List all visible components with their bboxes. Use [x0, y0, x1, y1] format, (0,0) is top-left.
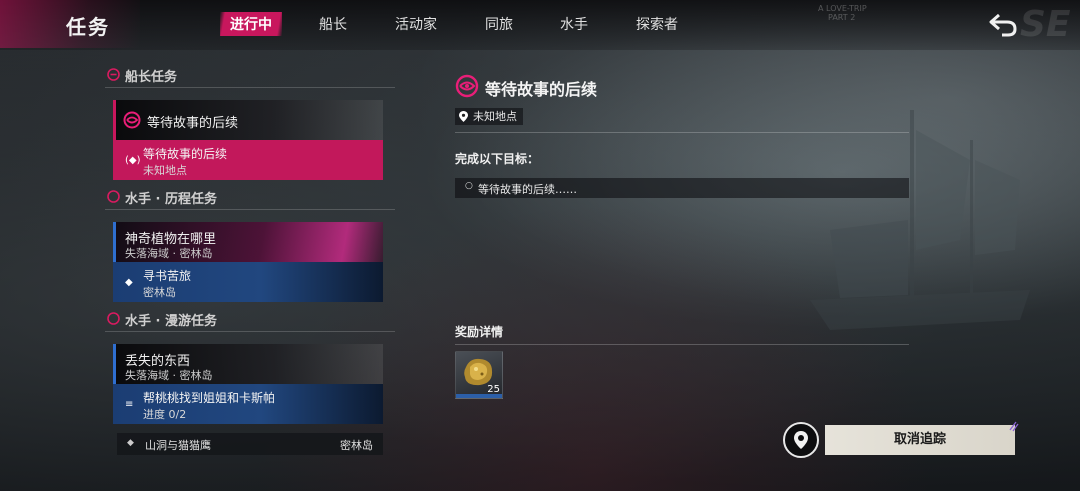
quest-list[interactable]: 船长任务 等待故事的后续 (◆) 等待故事的后续 未知地点 水手 · 历程任务 … [105, 60, 395, 455]
divider [455, 344, 909, 345]
quest-row-cave[interactable]: ◆ 山洞与猫猫鹰 密林岛 [117, 433, 383, 455]
step-progress: 进度 0/2 [143, 408, 187, 421]
quest-step[interactable]: ◆ 寻书苦旅 密林岛 [113, 262, 383, 302]
sailor-quest-icon [107, 190, 120, 203]
section-header-sailor-roam: 水手 · 漫游任务 [105, 309, 395, 332]
page-title: 任务 [66, 15, 110, 39]
top-bar [0, 0, 1080, 50]
sailor-quest-icon [107, 312, 120, 325]
tab-in-progress[interactable]: 进行中 [220, 12, 282, 36]
bullet-icon: ◆ [127, 438, 134, 448]
quest-location: 密林岛 [340, 439, 373, 452]
step-location: 密林岛 [143, 286, 176, 299]
quest-location: 失落海域 · 密林岛 [125, 369, 213, 382]
tab-sailor[interactable]: 水手 [560, 14, 588, 34]
step-title: 等待故事的后续 [143, 147, 228, 161]
watermark-big: SE [1020, 4, 1071, 45]
section-title: 水手 · 历程任务 [125, 192, 217, 207]
location-text: 未知地点 [473, 110, 517, 123]
section-header-sailor-history: 水手 · 历程任务 [105, 187, 395, 210]
quest-detail-title: 等待故事的后续 [485, 80, 598, 99]
section-title: 水手 · 漫游任务 [125, 314, 217, 329]
watermark-text: A LOVE-TRIP PART 2 [818, 4, 867, 22]
objective-row: ○ 等待故事的后续…… [455, 178, 909, 198]
reward-count: 25 [487, 384, 500, 395]
tracked-marker-icon: (◆) [125, 155, 141, 166]
objective-text: 等待故事的后续…… [478, 183, 577, 196]
untrack-button[interactable]: 取消追踪 [825, 425, 1015, 455]
step-title: 寻书苦旅 [143, 269, 192, 283]
quest-card-plants: 神奇植物在哪里 失落海域 · 密林岛 ◆ 寻书苦旅 密林岛 [113, 222, 383, 302]
back-arrow-icon[interactable] [988, 10, 1018, 38]
divider [455, 132, 909, 133]
tab-explorer[interactable]: 探索者 [636, 14, 678, 34]
accent-bar [113, 344, 116, 384]
quest-header[interactable]: 神奇植物在哪里 失落海域 · 密林岛 [113, 222, 383, 262]
tab-captain[interactable]: 船长 [319, 14, 347, 34]
accent-bar [113, 222, 116, 262]
track-location-icon[interactable] [783, 422, 819, 458]
tab-companion[interactable]: 同旅 [485, 14, 513, 34]
quest-title: 山洞与猫猫鹰 [145, 439, 211, 452]
quest-card-captain: 等待故事的后续 (◆) 等待故事的后续 未知地点 [113, 100, 383, 180]
section-title: 船长任务 [125, 70, 178, 85]
step-title: 帮桃桃找到姐姐和卡斯帕 [143, 391, 276, 405]
captain-quest-icon [123, 111, 141, 129]
ship-silhouette [810, 110, 1030, 330]
section-header-captain: 船长任务 [105, 65, 395, 88]
captain-quest-icon [107, 68, 120, 81]
layers-icon: ≡ [125, 399, 134, 410]
rewards-header: 奖励详情 [455, 325, 504, 339]
quest-location: 失落海域 · 密林岛 [125, 247, 213, 260]
untrack-label: 取消追踪 [893, 432, 946, 447]
reward-item[interactable]: 25 [455, 351, 503, 399]
location-pin-icon [459, 111, 468, 122]
objective-bullet-icon: ○ [465, 181, 473, 191]
tab-activist[interactable]: 活动家 [395, 14, 437, 34]
quest-header[interactable]: 丢失的东西 失落海域 · 密林岛 [113, 344, 383, 384]
quest-card-lost-things: 丢失的东西 失落海域 · 密林岛 ≡ 帮桃桃找到姐姐和卡斯帕 进度 0/2 [113, 344, 383, 424]
decor-slash-icon [1009, 421, 1019, 432]
captain-quest-icon [455, 74, 479, 98]
diamond-icon: ◆ [125, 277, 133, 288]
quest-step-selected[interactable]: (◆) 等待故事的后续 未知地点 [113, 140, 383, 180]
accent-bar [113, 100, 116, 140]
objectives-header: 完成以下目标： [455, 152, 540, 166]
quest-step[interactable]: ≡ 帮桃桃找到姐姐和卡斯帕 进度 0/2 [113, 384, 383, 424]
quest-header[interactable]: 等待故事的后续 [113, 100, 383, 140]
location-tag: 未知地点 [455, 108, 523, 125]
quest-title: 等待故事的后续 [147, 116, 239, 131]
step-location: 未知地点 [143, 164, 187, 177]
